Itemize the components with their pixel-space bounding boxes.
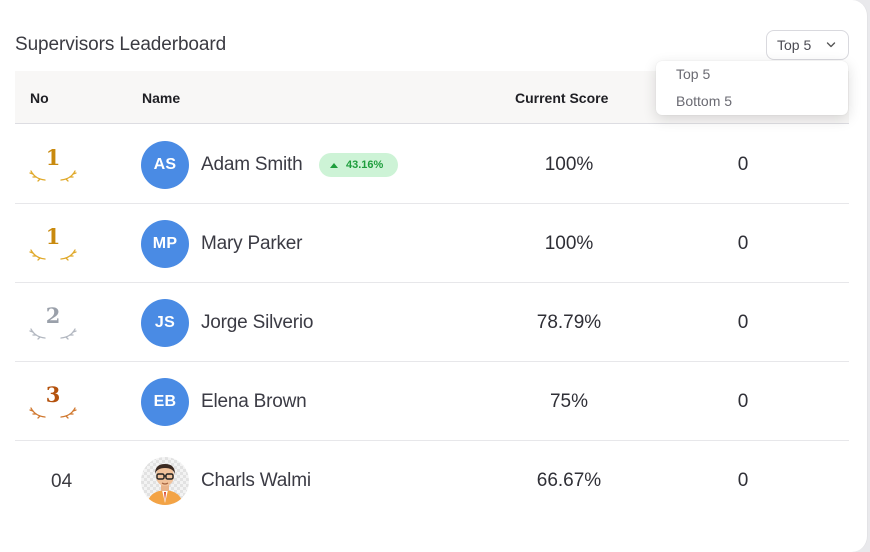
supervisor-name[interactable]: Adam Smith <box>201 154 303 176</box>
select-menu: Top 5 Bottom 5 <box>656 61 848 115</box>
avatar: JS <box>141 299 189 347</box>
current-score: 66.67% <box>536 470 602 491</box>
supervisor-name[interactable]: Elena Brown <box>201 391 307 413</box>
trend-badge: 43.16% <box>319 153 398 177</box>
secondary-value: 0 <box>737 154 749 175</box>
laurel-icon <box>29 328 77 340</box>
rank-medal-gold: 1 <box>25 145 81 189</box>
avatar: MP <box>141 220 189 268</box>
secondary-value: 0 <box>737 391 749 412</box>
secondary-value: 0 <box>737 312 749 333</box>
chevron-down-icon <box>826 42 836 48</box>
select-value: Top 5 <box>777 37 812 53</box>
table-row[interactable]: 2 JS Jorge Silverio 78.79% 0 <box>15 283 849 362</box>
avatar: AS <box>141 141 189 189</box>
person-photo-icon <box>141 457 189 505</box>
column-header-current-score: Current Score <box>515 90 609 106</box>
rank-medal-silver: 2 <box>25 303 81 347</box>
table-row[interactable]: 1 AS Adam Smith 43.16% 100% 0 <box>15 125 849 204</box>
laurel-icon <box>29 249 77 261</box>
rank-medal-bronze: 3 <box>25 382 81 426</box>
arrow-up-icon <box>330 162 338 168</box>
current-score: 100% <box>544 233 594 254</box>
column-header-name: Name <box>142 90 181 106</box>
trend-value: 43.16% <box>346 159 384 171</box>
current-score: 75% <box>549 391 589 412</box>
laurel-icon <box>29 407 77 419</box>
supervisor-name[interactable]: Jorge Silverio <box>201 312 314 334</box>
menu-option-bottom-5[interactable]: Bottom 5 <box>656 93 848 120</box>
rank-medal-gold: 1 <box>25 224 81 268</box>
supervisor-name[interactable]: Charls Walmi <box>201 470 311 492</box>
top-bottom-select[interactable]: Top 5 <box>766 30 849 60</box>
menu-option-top-5[interactable]: Top 5 <box>656 66 848 93</box>
card-title: Supervisors Leaderboard <box>15 34 227 55</box>
laurel-icon <box>29 170 77 182</box>
table-row[interactable]: 04 Charls Walmi 66.67% 0 <box>15 441 849 520</box>
leaderboard-card: Supervisors Leaderboard Top 5 Top 5 Bott… <box>0 0 868 552</box>
current-score: 100% <box>544 154 594 175</box>
table-row[interactable]: 3 EB Elena Brown 75% 0 <box>15 362 849 441</box>
supervisor-name[interactable]: Mary Parker <box>201 233 302 255</box>
avatar: EB <box>141 378 189 426</box>
rank-number: 04 <box>51 471 73 492</box>
secondary-value: 0 <box>737 233 749 254</box>
column-header-no: No <box>30 90 49 106</box>
current-score: 78.79% <box>536 312 602 333</box>
secondary-value: 0 <box>737 470 749 491</box>
table-row[interactable]: 1 MP Mary Parker 100% 0 <box>15 204 849 283</box>
